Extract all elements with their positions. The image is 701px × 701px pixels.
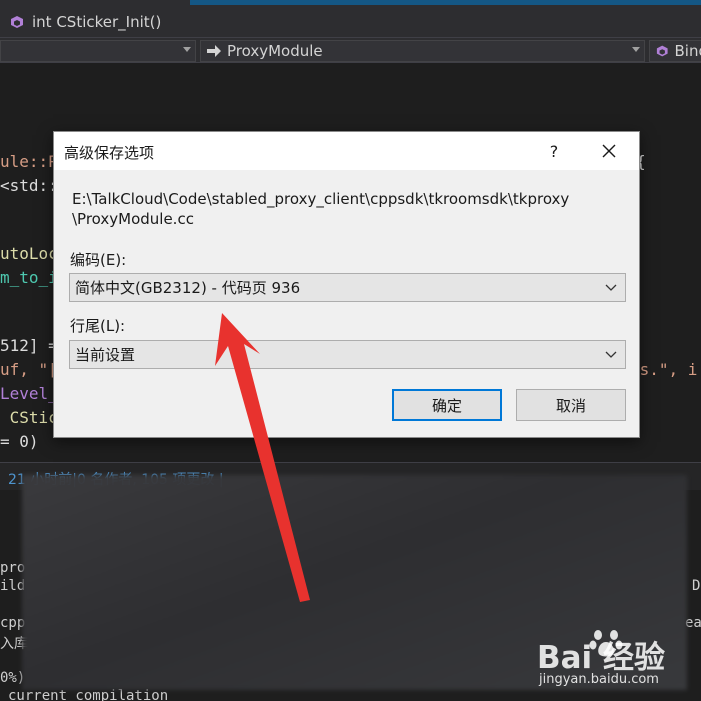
close-button[interactable]: [593, 135, 625, 167]
active-tab-indicator: [190, 0, 701, 5]
line-ending-select[interactable]: 当前设置: [69, 340, 626, 369]
member-combo-label: Bind: [674, 42, 701, 60]
method-cube-icon: [11, 16, 23, 28]
chevron-down-icon: [632, 47, 640, 52]
encoding-value: 简体中文(GB2312) - 代码页 936: [75, 279, 301, 297]
code-line: ule::P: [0, 152, 58, 171]
encoding-select[interactable]: 简体中文(GB2312) - 代码页 936: [69, 273, 626, 302]
chevron-down-icon: [183, 47, 191, 52]
close-icon: [602, 144, 616, 158]
scope-combo[interactable]: [0, 40, 196, 62]
function-tab-label: int CSticker_Init(): [32, 13, 162, 31]
code-line: m_to_i: [0, 268, 58, 287]
dialog-titlebar: 高级保存选项 ?: [54, 132, 639, 170]
paw-icon: [589, 630, 623, 657]
code-line: = 0): [0, 432, 39, 451]
file-path: E:\TalkCloud\Code\stabled_proxy_client\c…: [72, 190, 570, 228]
baidu-jingyan-watermark: Bai 经验 jingyan.baidu.com: [537, 624, 701, 701]
module-combo[interactable]: ProxyModule: [200, 40, 645, 62]
dialog-title: 高级保存选项: [64, 144, 155, 162]
line-ending-value: 当前设置: [75, 346, 136, 364]
help-button[interactable]: ?: [538, 135, 570, 167]
code-line: uf, "[: [0, 360, 58, 379]
ide-navigation-bar: ProxyModule Bind: [0, 37, 701, 63]
code-line: CStic: [0, 408, 58, 427]
help-icon: ?: [549, 141, 559, 161]
chevron-down-icon: [605, 351, 617, 358]
code-line: <std::: [0, 176, 58, 195]
module-combo-label: ProxyModule: [227, 42, 323, 60]
member-combo[interactable]: Bind: [649, 40, 701, 62]
chevron-down-icon: [605, 284, 617, 291]
watermark-url: jingyan.baidu.com: [539, 672, 659, 687]
code-line: Level_: [0, 384, 58, 403]
advanced-save-options-dialog: 高级保存选项 ? E:\TalkCloud\Code\stabled_proxy…: [53, 131, 640, 438]
output-line-right: D: [692, 578, 701, 594]
method-cube-icon: [656, 45, 668, 57]
function-tab[interactable]: int CSticker_Init(): [0, 6, 240, 38]
code-line-tail: %s.", i: [630, 360, 698, 379]
ok-button[interactable]: 确定: [392, 389, 502, 421]
line-ending-label: 行尾(L):: [70, 317, 126, 335]
encoding-label: 编码(E):: [70, 251, 127, 269]
code-line: 512] =: [0, 336, 58, 355]
ide-tab-bar: int CSticker_Init(): [0, 0, 701, 40]
code-line: utoLoc: [0, 244, 58, 263]
arrow-right-icon: [207, 45, 221, 57]
cancel-button[interactable]: 取消: [516, 389, 626, 421]
